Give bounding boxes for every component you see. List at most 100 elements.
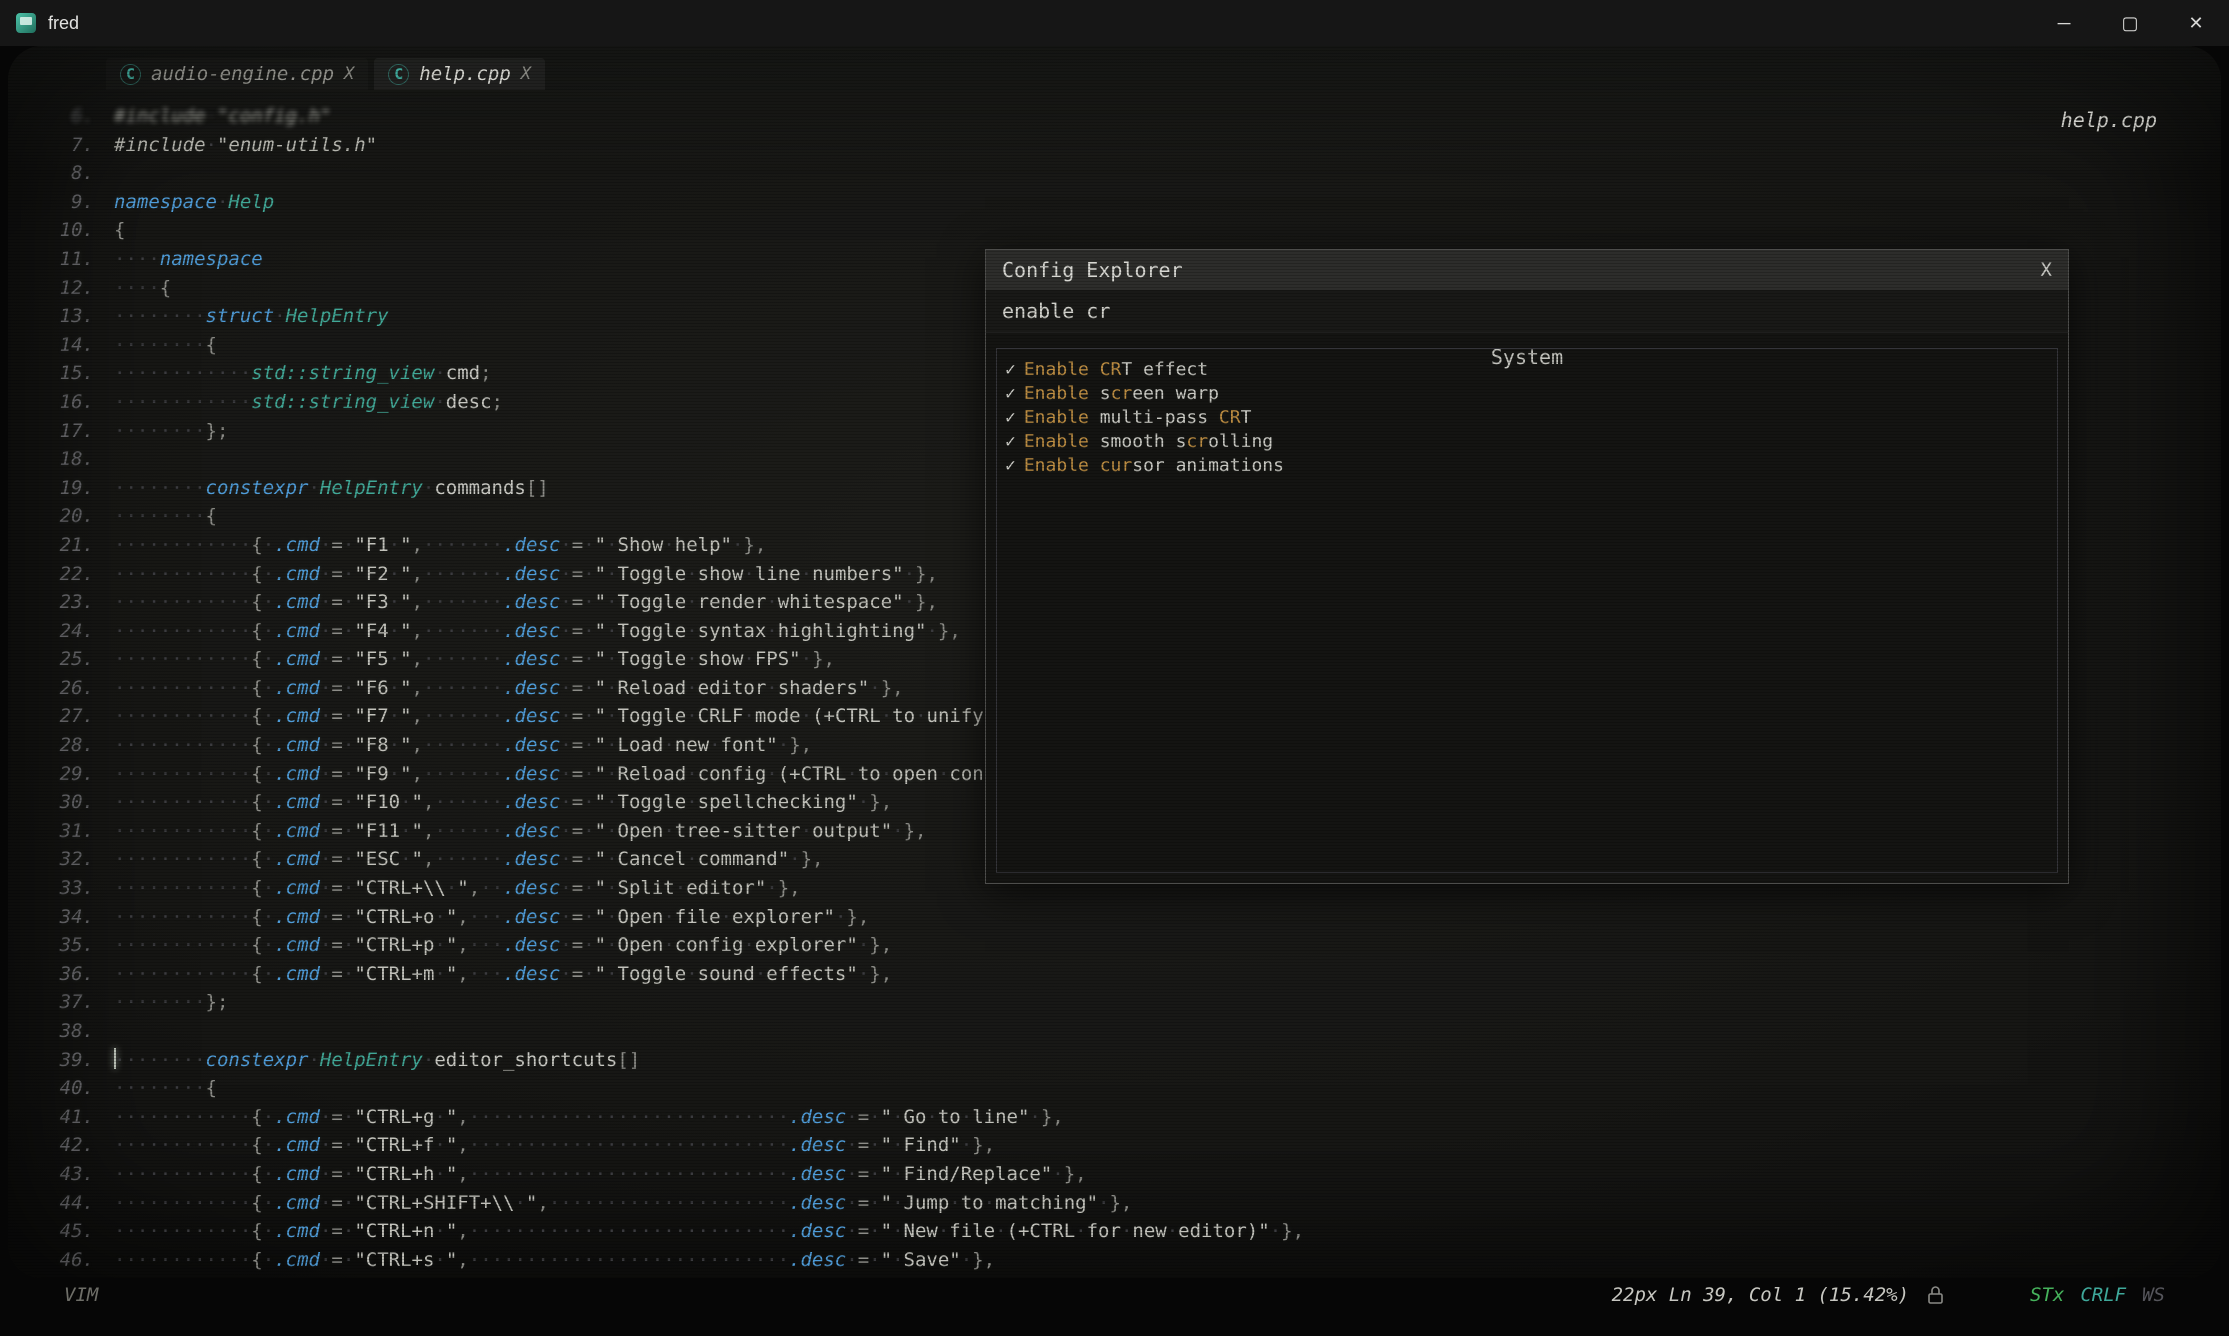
line-number: 32. bbox=[8, 845, 114, 874]
line-number: 9. bbox=[8, 188, 114, 217]
tab-label: audio-engine.cpp bbox=[151, 63, 334, 85]
code-line: 10.{ bbox=[8, 216, 2221, 245]
code-line: 40.········{ bbox=[8, 1074, 2221, 1103]
config-items-list: ✓Enable CRT effect✓Enable screen warp✓En… bbox=[996, 348, 2058, 873]
tab-label: help.cpp bbox=[419, 63, 511, 85]
item-text: olling bbox=[1208, 431, 1273, 452]
status-flag-ws: WS bbox=[2142, 1284, 2165, 1306]
config-item[interactable]: ✓Enable screen warp bbox=[1005, 381, 2049, 405]
line-number: 29. bbox=[8, 760, 114, 789]
dialog-close-button[interactable]: X bbox=[2041, 259, 2052, 281]
app-icon bbox=[16, 13, 36, 33]
app-window: fred ─ ▢ ✕ C audio-engine.cpp X C help.c… bbox=[0, 0, 2229, 1336]
cpp-file-icon: C bbox=[120, 64, 141, 85]
config-search-query: enable cr bbox=[1002, 299, 1110, 323]
line-number: 16. bbox=[8, 388, 114, 417]
line-number: 6. bbox=[8, 102, 114, 131]
status-flag-stx: STx bbox=[2030, 1284, 2064, 1306]
line-number: 26. bbox=[8, 674, 114, 703]
code-line: 38. bbox=[8, 1017, 2221, 1046]
status-bar: VIM 22px Ln 39, Col 1 (15.42%) STx CRLF WS bbox=[0, 1266, 2229, 1336]
line-number: 22. bbox=[8, 560, 114, 589]
tab-help-cpp[interactable]: C help.cpp X bbox=[374, 58, 545, 90]
tab-close-icon[interactable]: X bbox=[344, 64, 354, 84]
code-line: 35.············{·.cmd·=·"CTRL+p·",···.de… bbox=[8, 931, 2221, 960]
match-highlight: cr bbox=[1186, 431, 1208, 452]
checkbox-checked-icon[interactable]: ✓ bbox=[1005, 455, 1016, 476]
tab-close-icon[interactable]: X bbox=[521, 64, 531, 84]
minimize-button[interactable]: ─ bbox=[2031, 0, 2097, 46]
line-number: 31. bbox=[8, 817, 114, 846]
line-number: 7. bbox=[8, 131, 114, 160]
config-item[interactable]: ✓ Enable CRT effect bbox=[1005, 357, 2049, 381]
match-highlight: Enable bbox=[1024, 359, 1089, 380]
line-number: 23. bbox=[8, 588, 114, 617]
close-button[interactable]: ✕ bbox=[2163, 0, 2229, 46]
item-text: T effect bbox=[1121, 359, 1208, 380]
line-number: 18. bbox=[8, 445, 114, 474]
match-highlight: Enable bbox=[1024, 455, 1089, 476]
checkbox-checked-icon[interactable]: ✓ bbox=[1005, 383, 1016, 404]
match-highlight: Enable bbox=[1024, 407, 1089, 428]
item-text bbox=[1089, 359, 1100, 380]
line-number: 21. bbox=[8, 531, 114, 560]
checkbox-checked-icon[interactable]: ✓ bbox=[1005, 407, 1016, 428]
config-item[interactable]: ✓Enable cursor animations bbox=[1005, 453, 2049, 477]
code-line: 43.············{·.cmd·=·"CTRL+h·",······… bbox=[8, 1160, 2221, 1189]
status-flags: STx CRLF WS bbox=[2014, 1284, 2165, 1306]
line-number: 20. bbox=[8, 502, 114, 531]
match-highlight: Enable bbox=[1024, 431, 1089, 452]
config-search-input[interactable]: enable cr bbox=[986, 290, 2068, 333]
code-line: 9.namespace·Help bbox=[8, 188, 2221, 217]
cursor-position-info: 22px Ln 39, Col 1 (15.42%) bbox=[1612, 1284, 1909, 1306]
match-highlight: CR bbox=[1100, 359, 1122, 380]
line-number: 45. bbox=[8, 1217, 114, 1246]
line-number: 37. bbox=[8, 988, 114, 1017]
checkbox-checked-icon[interactable]: ✓ bbox=[1005, 431, 1016, 452]
line-number: 33. bbox=[8, 874, 114, 903]
line-number: 28. bbox=[8, 731, 114, 760]
crt-screen: C audio-engine.cpp X C help.cpp X help.c… bbox=[8, 46, 2221, 1278]
line-number: 39. bbox=[8, 1046, 114, 1075]
checkbox-checked-icon[interactable]: ✓ bbox=[1005, 359, 1016, 380]
status-flag-crlf: CRLF bbox=[2080, 1284, 2126, 1306]
window-title: fred bbox=[48, 13, 79, 34]
code-line: 37.········}; bbox=[8, 988, 2221, 1017]
config-item[interactable]: ✓Enable multi-pass CRT bbox=[1005, 405, 2049, 429]
line-number: 41. bbox=[8, 1103, 114, 1132]
code-line: 42.············{·.cmd·=·"CTRL+f·",······… bbox=[8, 1131, 2221, 1160]
code-line: 36.············{·.cmd·=·"CTRL+m·",···.de… bbox=[8, 960, 2221, 989]
config-explorer-title: Config Explorer bbox=[1002, 258, 1183, 282]
line-number: 19. bbox=[8, 474, 114, 503]
config-explorer-titlebar[interactable]: Config Explorer X bbox=[986, 250, 2068, 290]
item-text bbox=[1089, 455, 1100, 476]
match-highlight: cr bbox=[1111, 383, 1133, 404]
line-number: 12. bbox=[8, 274, 114, 303]
code-line: 41.············{·.cmd·=·"CTRL+g·",······… bbox=[8, 1103, 2221, 1132]
window-controls: ─ ▢ ✕ bbox=[2031, 0, 2229, 46]
tab-bar: C audio-engine.cpp X C help.cpp X bbox=[106, 58, 545, 90]
line-number: 44. bbox=[8, 1189, 114, 1218]
active-file-indicator: help.cpp bbox=[2061, 108, 2157, 132]
code-line: 39.········constexpr·HelpEntry·editor_sh… bbox=[8, 1046, 2221, 1075]
line-number: 34. bbox=[8, 903, 114, 932]
line-number: 17. bbox=[8, 417, 114, 446]
cpp-file-icon: C bbox=[388, 64, 409, 85]
match-highlight: Enable bbox=[1024, 383, 1089, 404]
tab-audio-engine-cpp[interactable]: C audio-engine.cpp X bbox=[106, 58, 368, 90]
code-line: 6.#include·"config.h" bbox=[8, 102, 2221, 131]
item-text: multi-pass bbox=[1089, 407, 1219, 428]
line-number: 11. bbox=[8, 245, 114, 274]
match-highlight: cur bbox=[1100, 455, 1133, 476]
maximize-button[interactable]: ▢ bbox=[2097, 0, 2163, 46]
line-number: 10. bbox=[8, 216, 114, 245]
item-text: smooth s bbox=[1089, 431, 1187, 452]
code-line: 7.#include·"enum-utils.h" bbox=[8, 131, 2221, 160]
line-number: 8. bbox=[8, 159, 114, 188]
item-text: T bbox=[1241, 407, 1252, 428]
config-item[interactable]: ✓ Enable smooth scrolling bbox=[1005, 429, 2049, 453]
line-number: 30. bbox=[8, 788, 114, 817]
line-number: 35. bbox=[8, 931, 114, 960]
vim-mode-indicator: VIM bbox=[64, 1284, 98, 1306]
code-line: 45.············{·.cmd·=·"CTRL+n·",······… bbox=[8, 1217, 2221, 1246]
